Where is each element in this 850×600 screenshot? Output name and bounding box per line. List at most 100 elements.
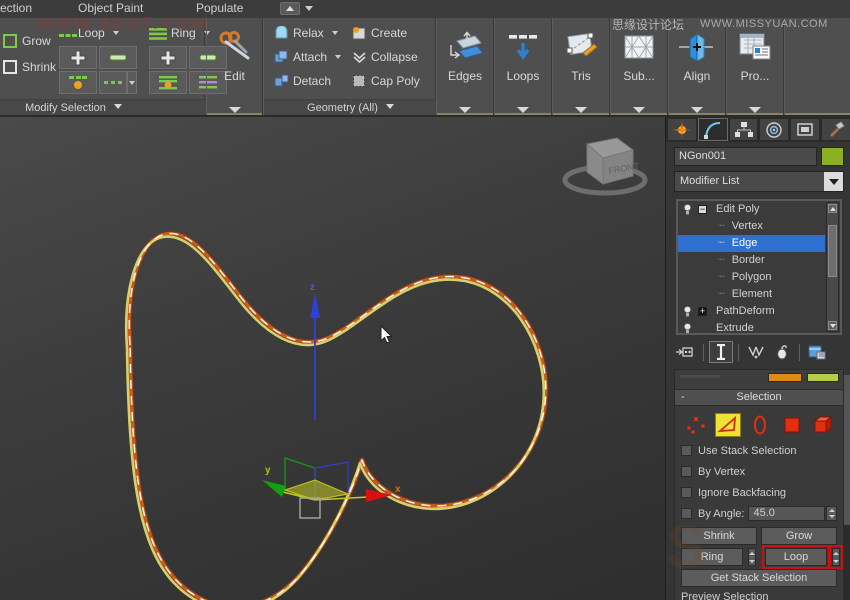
shrink-button[interactable]: Shrink — [3, 60, 56, 74]
by-angle-row[interactable]: By Angle: 45.0 — [681, 503, 837, 524]
selection-rollout-header[interactable]: - Selection — [674, 389, 844, 406]
by-vertex-row[interactable]: By Vertex — [681, 461, 837, 482]
stack-expand-toggle[interactable]: − — [698, 205, 707, 214]
align-panel-chevron-down-icon[interactable] — [691, 107, 703, 113]
modifier-list-chevron-down-icon[interactable] — [824, 172, 843, 191]
object-color-swatch[interactable] — [821, 147, 844, 166]
relax-chevron-down-icon[interactable] — [332, 31, 339, 35]
grow-button[interactable]: Grow — [761, 527, 837, 545]
loops-button[interactable]: Loops — [495, 18, 551, 96]
loop-grow-button[interactable] — [59, 46, 97, 69]
align-button[interactable]: Align — [669, 18, 725, 96]
loop-button[interactable]: Loop — [762, 545, 830, 569]
subdivide-button[interactable]: Sub... — [611, 18, 667, 96]
detach-button[interactable]: Detach — [274, 74, 331, 88]
by-angle-input[interactable]: 45.0 — [748, 506, 825, 521]
scroll-up-arrow-icon[interactable] — [828, 204, 837, 213]
ribbon-options-chevron-down-icon[interactable] — [305, 6, 313, 11]
attach-chevron-down-icon[interactable] — [335, 55, 342, 59]
grow-button[interactable]: Grow — [3, 34, 51, 48]
tris-panel-chevron-down-icon[interactable] — [575, 107, 587, 113]
stack-item-edit-poly[interactable]: − Edit Poly — [678, 201, 825, 218]
edges-button[interactable]: Edges — [437, 18, 493, 96]
object-name-input[interactable]: NGon001 — [674, 147, 817, 166]
use-stack-selection-checkbox[interactable] — [681, 445, 692, 456]
loops-panel-chevron-down-icon[interactable] — [517, 107, 529, 113]
configure-modifier-sets-icon[interactable] — [805, 341, 829, 363]
loop-button[interactable]: Loop — [59, 26, 120, 43]
loop-mode-chevron-down-icon[interactable] — [127, 71, 137, 94]
by-vertex-checkbox[interactable] — [681, 466, 692, 477]
vertex-subobject-icon[interactable] — [683, 413, 709, 437]
by-angle-spinner[interactable] — [826, 506, 837, 521]
panel-title-modify-selection[interactable]: Modify Selection — [0, 99, 206, 115]
stack-item-vertex[interactable]: ┈ Vertex — [678, 218, 825, 235]
modifier-list-dropdown[interactable]: Modifier List — [674, 171, 844, 192]
edit-panel-chevron-down-icon[interactable] — [228, 107, 241, 113]
ring-shift-button[interactable] — [149, 71, 187, 94]
show-end-result-icon[interactable] — [709, 341, 733, 363]
ribbon-minimize-button[interactable] — [280, 2, 300, 15]
stack-item-element[interactable]: ┈ Element — [678, 286, 825, 303]
relax-button[interactable]: Relax — [274, 25, 339, 40]
tris-button[interactable]: Tris — [553, 18, 609, 96]
create-button[interactable]: Create — [352, 26, 407, 40]
polygon-subobject-icon[interactable] — [779, 413, 805, 437]
properties-button[interactable]: Pro... — [727, 18, 783, 96]
light-bulb-icon[interactable] — [683, 203, 692, 215]
loop-shift-button[interactable] — [59, 71, 97, 94]
viewport[interactable]: z x y FRONT — [0, 117, 665, 600]
command-panel-scroll-thumb[interactable] — [844, 375, 850, 525]
use-stack-selection-row[interactable]: Use Stack Selection — [681, 440, 837, 461]
edge-subobject-icon[interactable] — [715, 413, 741, 437]
attach-button[interactable]: Attach — [274, 50, 342, 64]
ring-button[interactable]: Ring — [681, 548, 743, 566]
command-panel-scrollbar[interactable] — [844, 375, 850, 600]
loop-chevron-down-icon[interactable] — [113, 31, 120, 35]
hierarchy-tab[interactable] — [728, 118, 759, 141]
ignore-backfacing-checkbox[interactable] — [681, 487, 692, 498]
stack-scrollbar[interactable] — [826, 202, 839, 332]
edges-panel-chevron-down-icon[interactable] — [459, 107, 471, 113]
modify-selection-chevron-down-icon[interactable] — [113, 104, 122, 109]
shrink-button[interactable]: Shrink — [681, 527, 757, 545]
loop-shrink-button[interactable] — [99, 46, 137, 69]
cap-poly-button[interactable]: Cap Poly — [352, 74, 420, 88]
ribbon-tab-selection[interactable]: ection — [0, 1, 32, 15]
modify-tab[interactable] — [697, 118, 728, 141]
subdivide-panel-chevron-down-icon[interactable] — [633, 107, 645, 113]
ignore-backfacing-row[interactable]: Ignore Backfacing — [681, 482, 837, 503]
ring-grow-button[interactable] — [149, 46, 187, 69]
ribbon-tab-object-paint[interactable]: Object Paint — [78, 1, 143, 15]
stack-item-pathdeform[interactable]: + PathDeform — [678, 303, 825, 320]
rollout-collapse-icon[interactable]: - — [681, 390, 685, 405]
stack-item-extrude[interactable]: Extrude — [678, 320, 825, 333]
partial-color-swatch-green[interactable] — [807, 373, 839, 382]
stack-item-border[interactable]: ┈ Border — [678, 252, 825, 269]
light-bulb-icon[interactable] — [683, 322, 692, 333]
edit-button[interactable]: Edit — [207, 18, 262, 96]
partial-color-swatch-orange[interactable] — [768, 373, 802, 382]
border-subobject-icon[interactable] — [747, 413, 773, 437]
panel-title-geometry-all[interactable]: Geometry (All) — [264, 99, 437, 115]
pin-stack-icon[interactable] — [674, 341, 698, 363]
viewcube[interactable]: FRONT — [555, 122, 655, 202]
ring-button[interactable]: Ring — [149, 26, 211, 42]
loop-mode-button[interactable] — [99, 71, 127, 94]
partial-rollout-above[interactable] — [674, 369, 844, 391]
make-unique-icon[interactable] — [744, 341, 768, 363]
stack-scroll-thumb[interactable] — [828, 225, 837, 277]
light-bulb-icon[interactable] — [683, 305, 692, 317]
motion-tab[interactable] — [759, 118, 790, 141]
ribbon-tab-populate[interactable]: Populate — [196, 1, 243, 15]
remove-modifier-icon[interactable] — [770, 341, 794, 363]
by-angle-checkbox[interactable] — [681, 508, 692, 519]
scroll-down-arrow-icon[interactable] — [828, 321, 837, 330]
geometry-chevron-down-icon[interactable] — [385, 104, 394, 109]
get-stack-selection-button[interactable]: Get Stack Selection — [681, 569, 837, 587]
properties-panel-chevron-down-icon[interactable] — [749, 107, 761, 113]
create-tab[interactable] — [667, 118, 697, 141]
utilities-tab[interactable] — [821, 118, 850, 141]
display-tab[interactable] — [790, 118, 821, 141]
stack-item-polygon[interactable]: ┈ Polygon — [678, 269, 825, 286]
